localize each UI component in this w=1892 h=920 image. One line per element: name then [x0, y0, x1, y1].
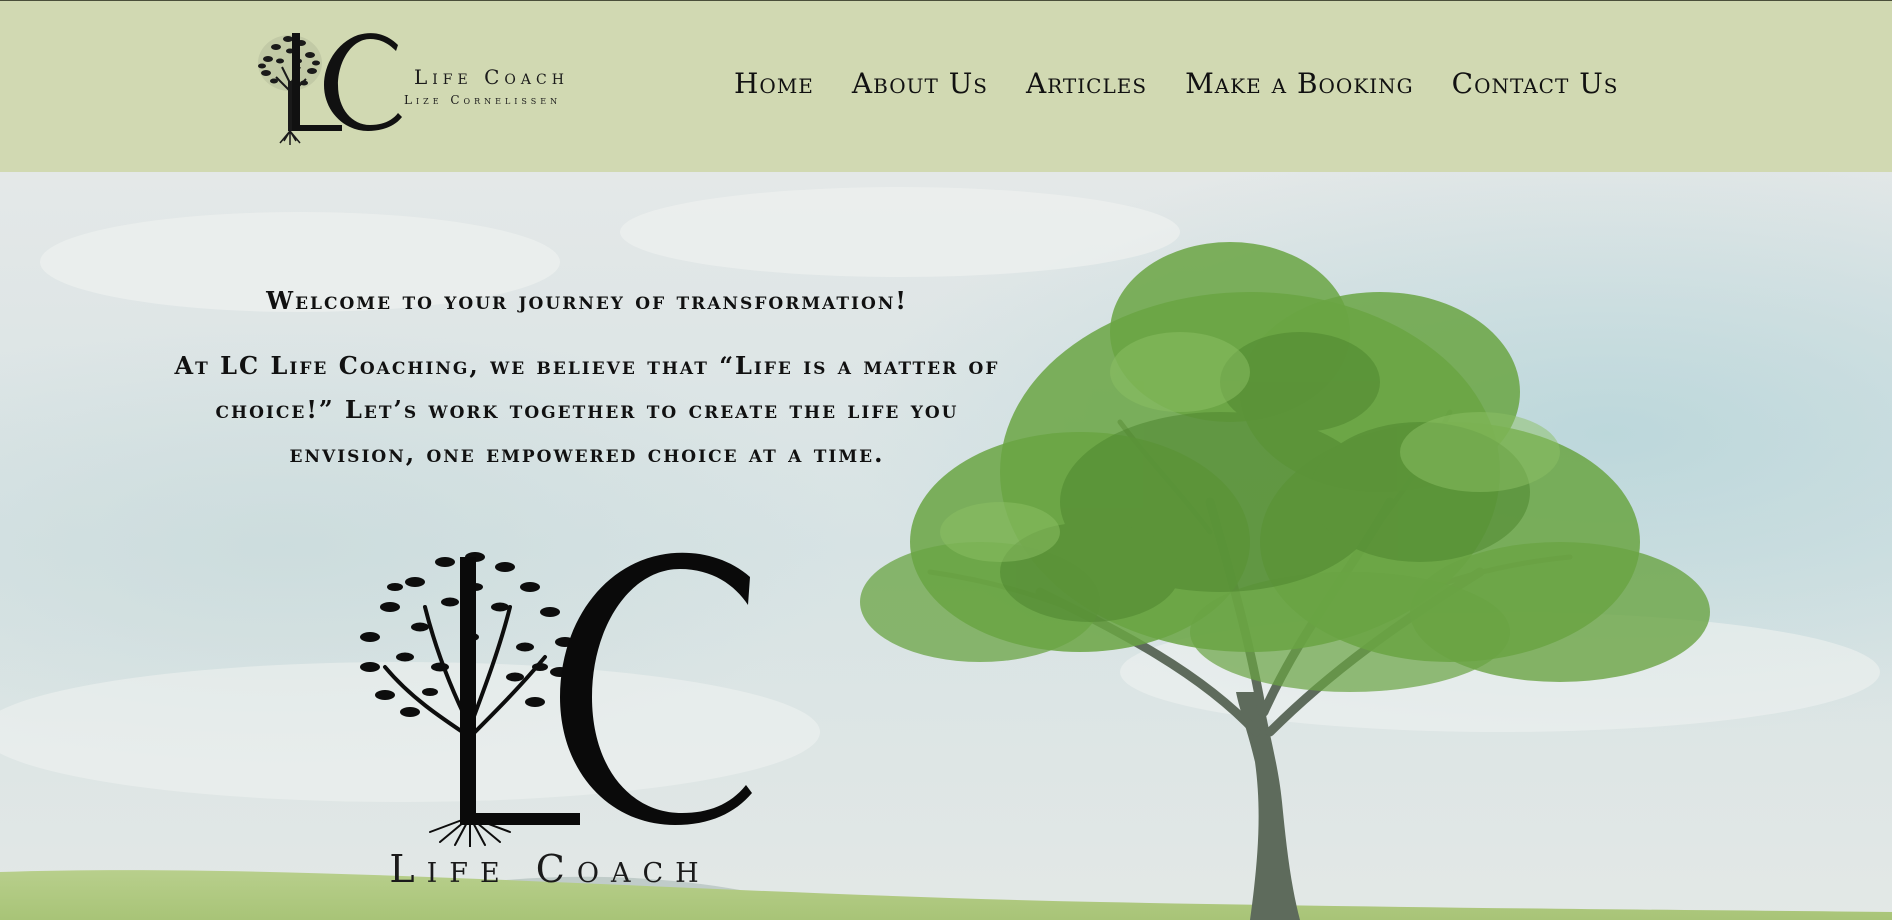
tree-logo-icon	[258, 33, 402, 145]
nav-about-us[interactable]: About Us	[852, 67, 988, 100]
brand-logo[interactable]: Life Coach Lize Cornelissen	[246, 21, 586, 151]
brand-title: Life Coach	[414, 65, 569, 89]
hero-logo: Life Coach	[330, 517, 770, 907]
hero-section: Welcome to your journey of transformatio…	[0, 172, 1892, 920]
brand-subtitle: Lize Cornelissen	[404, 93, 562, 107]
nav-make-a-booking[interactable]: Make a Booking	[1185, 67, 1414, 100]
nav-articles[interactable]: Articles	[1026, 67, 1147, 100]
hero-intro-paragraph: At LC Life Coaching, we believe that “Li…	[174, 350, 1000, 468]
site-header: Life Coach Lize Cornelissen Home About U…	[0, 0, 1892, 172]
main-nav: Home About Us Articles Make a Booking Co…	[734, 67, 1619, 100]
hero-logo-title: Life Coach	[389, 847, 711, 891]
nav-home[interactable]: Home	[734, 67, 814, 100]
tree-logo-large-icon	[360, 552, 752, 848]
nav-contact-us[interactable]: Contact Us	[1452, 67, 1619, 100]
hero-text-block: Welcome to your journey of transformatio…	[170, 286, 1004, 476]
hero-background-image	[0, 172, 1892, 920]
hero-welcome-heading: Welcome to your journey of transformatio…	[266, 286, 908, 315]
